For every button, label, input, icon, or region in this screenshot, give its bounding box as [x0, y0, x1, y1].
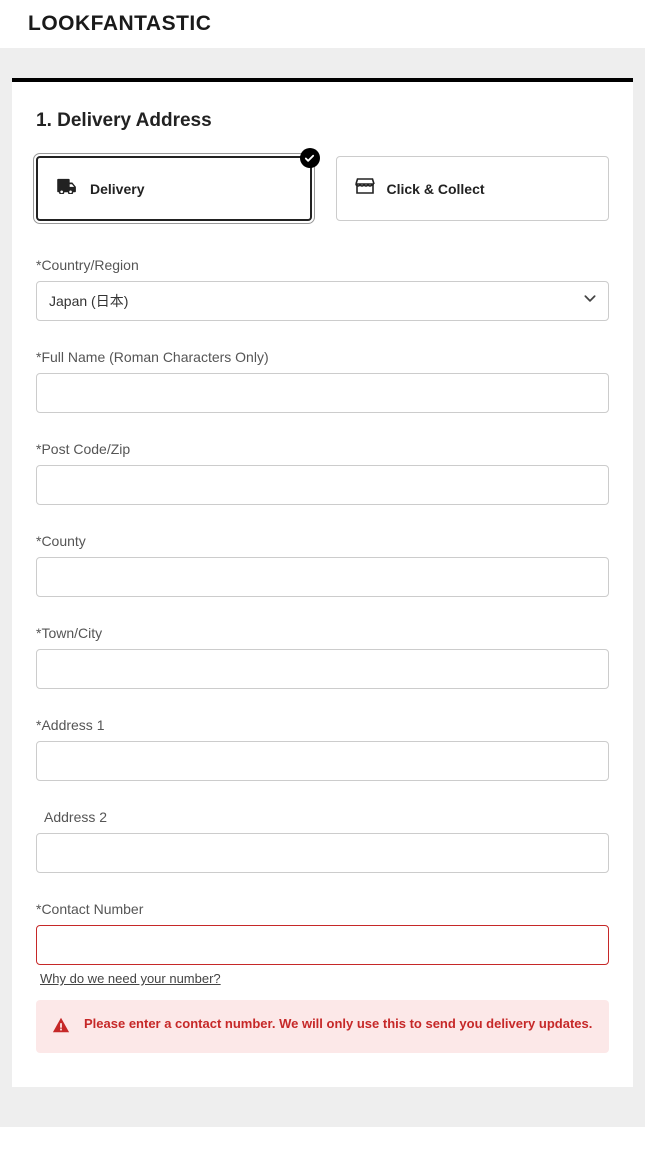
delivery-option-delivery[interactable]: Delivery	[36, 156, 312, 221]
input-country[interactable]: Japan (日本)	[36, 281, 609, 321]
label-full-name: *Full Name (Roman Characters Only)	[36, 349, 609, 365]
input-full-name[interactable]	[36, 373, 609, 413]
click-collect-label: Click & Collect	[387, 181, 485, 197]
brand-logo: LOOKFANTASTIC	[28, 12, 617, 36]
warning-icon	[52, 1016, 70, 1039]
label-address1: *Address 1	[36, 717, 609, 733]
input-city[interactable]	[36, 649, 609, 689]
label-country: *Country/Region	[36, 257, 609, 273]
store-icon	[355, 177, 375, 200]
check-icon	[300, 148, 320, 168]
field-contact: *Contact Number Why do we need your numb…	[36, 901, 609, 1053]
error-alert: Please enter a contact number. We will o…	[36, 1000, 609, 1053]
field-full-name: *Full Name (Roman Characters Only)	[36, 349, 609, 413]
error-message: Please enter a contact number. We will o…	[84, 1014, 592, 1034]
field-address1: *Address 1	[36, 717, 609, 781]
label-address2: Address 2	[36, 809, 609, 825]
input-address1[interactable]	[36, 741, 609, 781]
contact-help-link[interactable]: Why do we need your number?	[40, 971, 221, 986]
delivery-option-click-collect[interactable]: Click & Collect	[336, 156, 610, 221]
field-city: *Town/City	[36, 625, 609, 689]
field-postcode: *Post Code/Zip	[36, 441, 609, 505]
delivery-option-label: Delivery	[90, 181, 144, 197]
label-city: *Town/City	[36, 625, 609, 641]
truck-icon	[56, 178, 78, 199]
input-postcode[interactable]	[36, 465, 609, 505]
label-postcode: *Post Code/Zip	[36, 441, 609, 457]
delivery-card: 1. Delivery Address Delivery Click & Col…	[12, 78, 633, 1087]
field-county: *County	[36, 533, 609, 597]
field-address2: Address 2	[36, 809, 609, 873]
app-header: LOOKFANTASTIC	[0, 0, 645, 48]
delivery-options: Delivery Click & Collect	[36, 156, 609, 221]
page-body: 1. Delivery Address Delivery Click & Col…	[0, 48, 645, 1127]
input-address2[interactable]	[36, 833, 609, 873]
section-title: 1. Delivery Address	[36, 110, 609, 132]
input-contact[interactable]	[36, 925, 609, 965]
label-contact: *Contact Number	[36, 901, 609, 917]
label-county: *County	[36, 533, 609, 549]
input-county[interactable]	[36, 557, 609, 597]
field-country: *Country/Region Japan (日本)	[36, 257, 609, 321]
